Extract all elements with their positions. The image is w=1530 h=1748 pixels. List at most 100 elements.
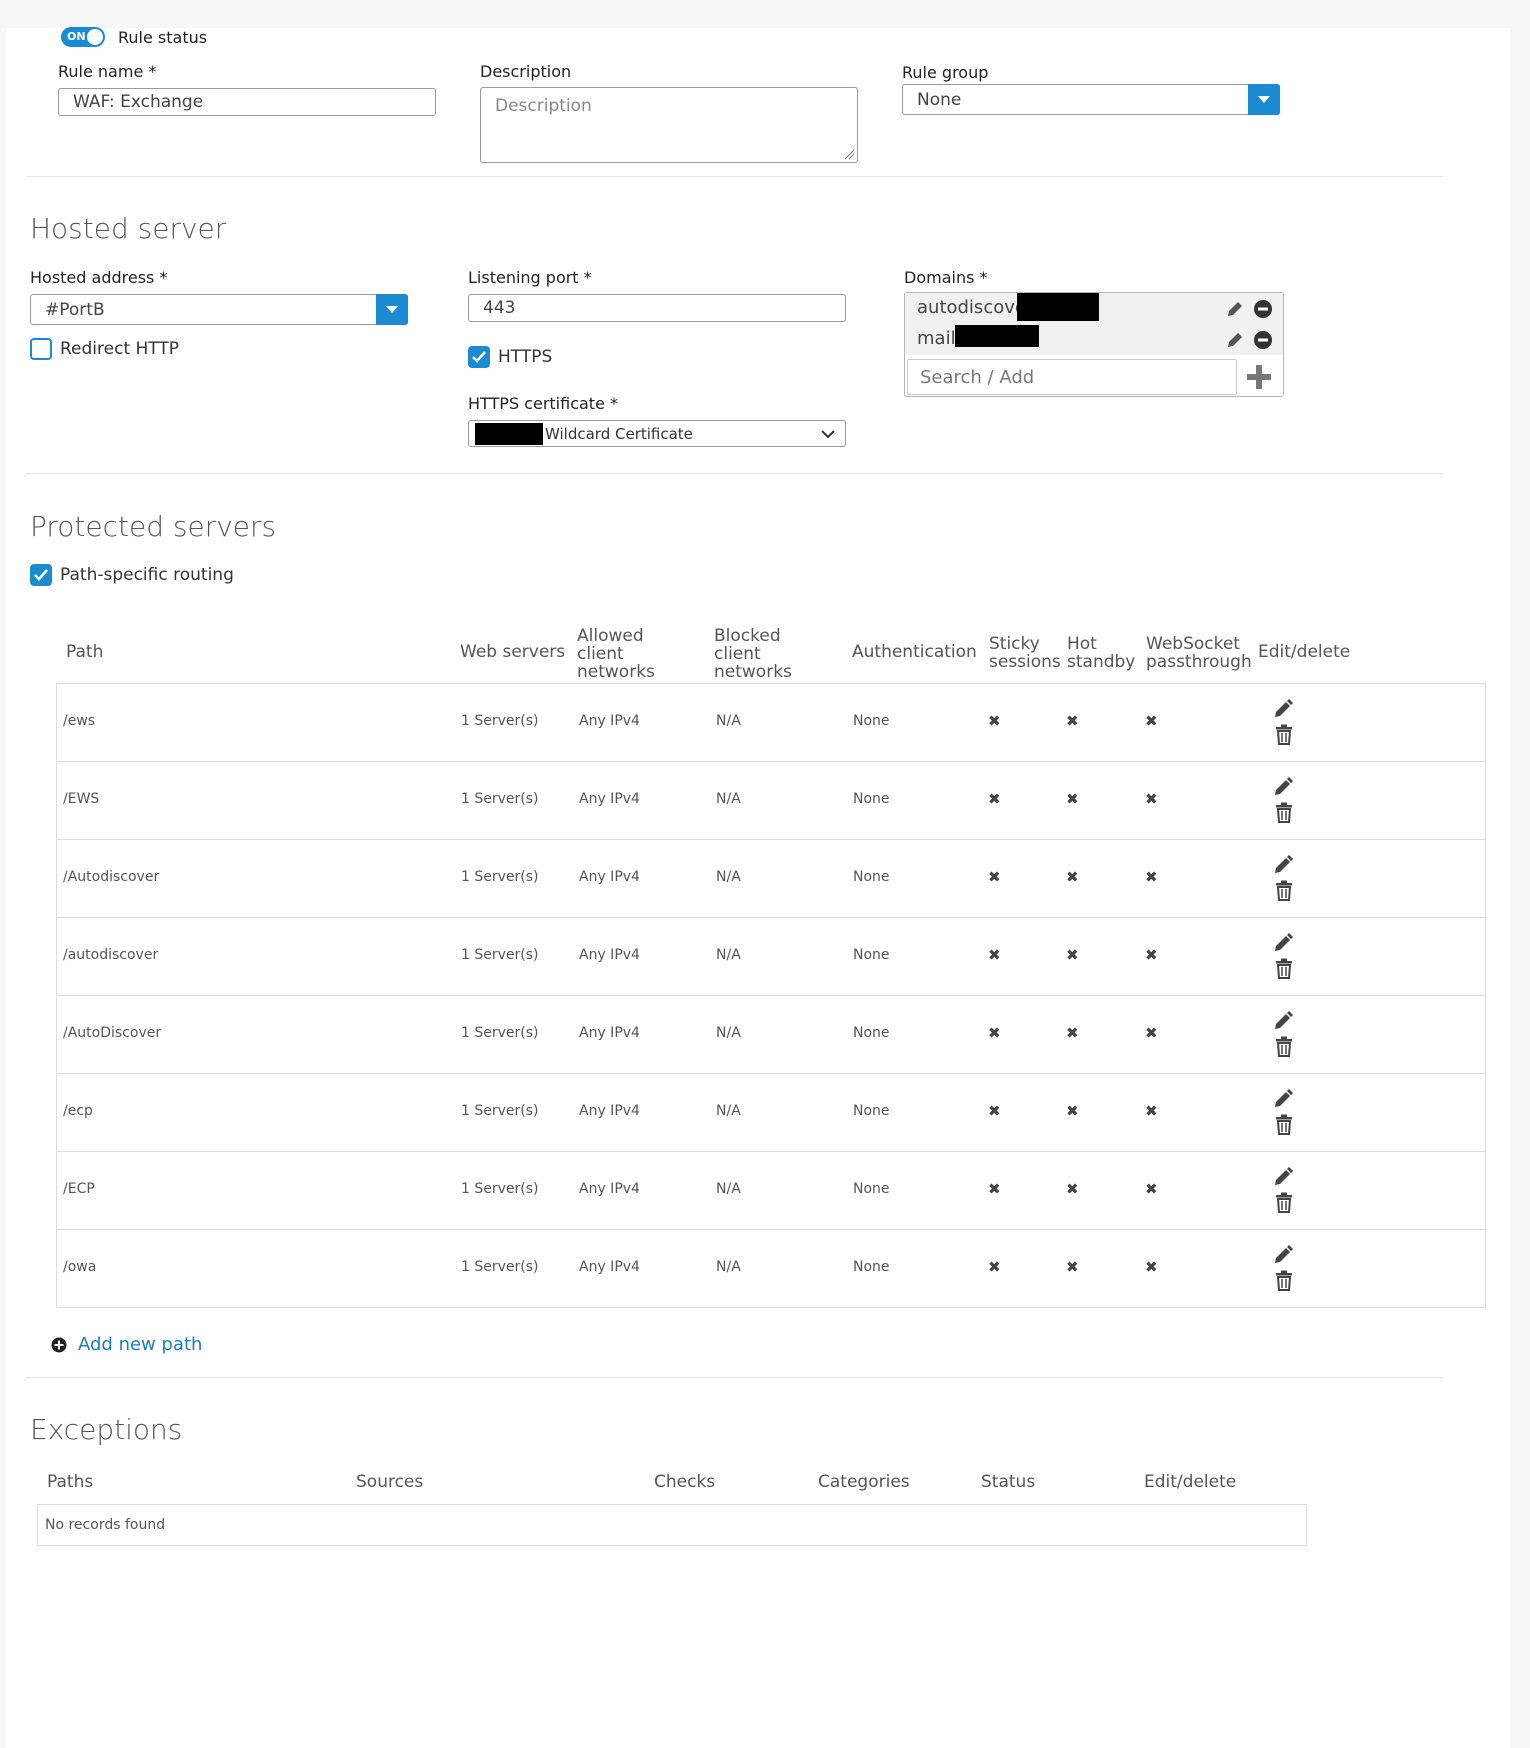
header-line: networks — [714, 662, 792, 682]
add-circle-icon[interactable] — [51, 1337, 67, 1353]
domain-item: autodiscover — [905, 293, 1283, 325]
resize-handle-icon[interactable] — [843, 148, 855, 160]
trash-icon[interactable] — [1274, 1192, 1294, 1214]
trash-icon[interactable] — [1274, 958, 1294, 980]
header-line: networks — [577, 662, 655, 682]
listening-port-input[interactable]: 443 — [468, 294, 846, 322]
cell-allowed-networks: Any IPv4 — [579, 1181, 640, 1197]
exceptions-table: No records found — [37, 1504, 1307, 1546]
add-icon[interactable] — [1245, 363, 1273, 391]
pencil-icon[interactable] — [1225, 330, 1245, 350]
divider — [26, 176, 1442, 177]
listening-port-label: Listening port * — [468, 268, 592, 287]
redacted-block — [1017, 293, 1099, 321]
table-row: /EWS 1 Server(s) Any IPv4 N/A None ✖ ✖ ✖ — [56, 761, 1486, 839]
trash-icon[interactable] — [1274, 880, 1294, 902]
edit-icon[interactable] — [1272, 698, 1294, 720]
table-row: /ews 1 Server(s) Any IPv4 N/A None ✖ ✖ ✖ — [56, 683, 1486, 761]
divider — [26, 473, 1442, 474]
header-line: sessions — [989, 652, 1061, 672]
domain-search-placeholder: Search / Add — [920, 367, 1035, 388]
edit-icon[interactable] — [1272, 1244, 1294, 1266]
hosted-address-dropdown-button[interactable] — [376, 294, 408, 325]
listening-port-value: 443 — [483, 298, 516, 318]
toggle-knob — [87, 29, 103, 45]
header-line: Hot — [1067, 634, 1097, 654]
table-row: /Autodiscover 1 Server(s) Any IPv4 N/A None ✖… — [56, 839, 1486, 917]
rule-group-select[interactable]: None — [902, 84, 1280, 115]
add-new-path-link[interactable]: Add new path — [78, 1334, 202, 1355]
path-specific-routing-checkbox[interactable] — [30, 564, 52, 586]
chevron-down-icon — [1258, 96, 1270, 103]
edit-icon[interactable] — [1272, 776, 1294, 798]
websocket-disabled-icon: ✖ — [1145, 1258, 1158, 1276]
edit-icon[interactable] — [1272, 932, 1294, 954]
checkmark-icon — [34, 569, 48, 581]
sticky-sessions-disabled-icon: ✖ — [988, 946, 1001, 964]
trash-icon[interactable] — [1274, 802, 1294, 824]
remove-icon[interactable] — [1253, 299, 1273, 319]
cell-blocked-networks: N/A — [716, 791, 741, 807]
redirect-http-checkbox[interactable] — [30, 338, 52, 360]
https-certificate-select[interactable]: Wildcard Certificate — [468, 420, 846, 447]
edit-icon[interactable] — [1272, 1010, 1294, 1032]
description-label: Description — [480, 62, 572, 81]
redacted-block — [475, 423, 543, 445]
rule-name-label: Rule name * — [58, 62, 157, 81]
trash-icon[interactable] — [1274, 724, 1294, 746]
https-certificate-label: HTTPS certificate * — [468, 394, 619, 413]
hot-standby-disabled-icon: ✖ — [1066, 712, 1079, 730]
column-header-blocked-client-networks: Blocked client networks — [714, 627, 792, 681]
cell-allowed-networks: Any IPv4 — [579, 947, 640, 963]
hosted-address-label: Hosted address * — [30, 268, 168, 287]
cell-blocked-networks: N/A — [716, 1259, 741, 1275]
websocket-disabled-icon: ✖ — [1145, 868, 1158, 886]
table-row: /AutoDiscover 1 Server(s) Any IPv4 N/A None ✖… — [56, 995, 1486, 1073]
column-header-edit-delete: Edit/delete — [1144, 1472, 1237, 1492]
cell-allowed-networks: Any IPv4 — [579, 1103, 640, 1119]
checkmark-icon — [472, 351, 486, 363]
cell-blocked-networks: N/A — [716, 1103, 741, 1119]
sticky-sessions-disabled-icon: ✖ — [988, 1258, 1001, 1276]
protected-servers-title: Protected servers — [30, 510, 277, 543]
column-header-allowed-client-networks: Allowed client networks — [577, 627, 655, 681]
edit-icon[interactable] — [1272, 1088, 1294, 1110]
pencil-icon[interactable] — [1225, 299, 1245, 319]
cell-path: /Autodiscover — [63, 869, 160, 885]
rule-status-toggle[interactable]: ON — [61, 27, 105, 47]
hosted-address-select[interactable]: #PortB — [30, 294, 408, 325]
websocket-disabled-icon: ✖ — [1145, 1102, 1158, 1120]
description-placeholder: Description — [495, 96, 592, 116]
edit-icon[interactable] — [1272, 854, 1294, 876]
cell-allowed-networks: Any IPv4 — [579, 791, 640, 807]
table-row: /owa 1 Server(s) Any IPv4 N/A None ✖ ✖ ✖ — [56, 1229, 1486, 1307]
chevron-down-icon — [821, 430, 835, 439]
cell-allowed-networks: Any IPv4 — [579, 713, 640, 729]
rule-name-input[interactable]: WAF: Exchange — [58, 88, 436, 116]
edit-icon[interactable] — [1272, 1166, 1294, 1188]
rule-status-label: Rule status — [118, 28, 208, 47]
column-header-path: Path — [66, 642, 104, 662]
https-checkbox[interactable] — [468, 346, 490, 368]
https-certificate-value: Wildcard Certificate — [545, 424, 693, 443]
hot-standby-disabled-icon: ✖ — [1066, 946, 1079, 964]
table-row: /ECP 1 Server(s) Any IPv4 N/A None ✖ ✖ ✖ — [56, 1151, 1486, 1229]
cell-web-servers: 1 Server(s) — [461, 1103, 539, 1119]
cell-path: /ecp — [63, 1103, 93, 1119]
column-header-sources: Sources — [356, 1472, 424, 1492]
websocket-disabled-icon: ✖ — [1145, 712, 1158, 730]
rule-group-dropdown-button[interactable] — [1248, 84, 1280, 115]
description-textarea[interactable]: Description — [480, 87, 858, 163]
trash-icon[interactable] — [1274, 1270, 1294, 1292]
trash-icon[interactable] — [1274, 1036, 1294, 1058]
column-header-authentication: Authentication — [852, 642, 977, 662]
column-header-paths: Paths — [47, 1472, 94, 1492]
cell-blocked-networks: N/A — [716, 869, 741, 885]
domain-search-input[interactable]: Search / Add — [907, 359, 1237, 395]
trash-icon[interactable] — [1274, 1114, 1294, 1136]
redacted-block — [955, 325, 1039, 347]
column-header-sticky-sessions: Sticky sessions — [989, 635, 1061, 671]
remove-icon[interactable] — [1253, 330, 1273, 350]
header-line: Allowed — [577, 626, 644, 646]
header-line: WebSocket — [1146, 634, 1240, 654]
